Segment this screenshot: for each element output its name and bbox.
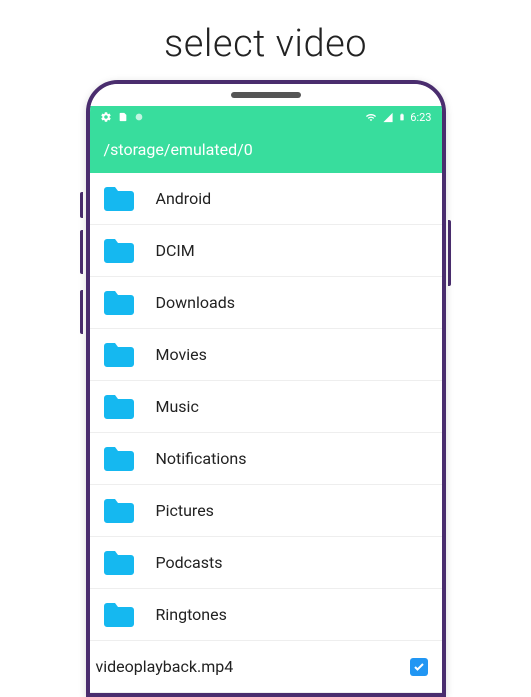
folder-row-music[interactable]: Music — [90, 381, 442, 433]
folder-row-android[interactable]: Android — [90, 173, 442, 225]
folder-row-movies[interactable]: Movies — [90, 329, 442, 381]
phone-speaker-area — [90, 84, 442, 106]
file-label: videoplayback.mp4 — [96, 657, 402, 676]
wifi-icon — [364, 112, 378, 123]
status-bar: 6:23 — [90, 106, 442, 128]
folder-icon — [104, 447, 134, 471]
folder-row-podcasts[interactable]: Podcasts — [90, 537, 442, 589]
folder-label: DCIM — [156, 241, 428, 260]
file-row-video[interactable]: videoplayback.mp4 — [90, 641, 442, 693]
notification-dot-icon — [134, 112, 144, 122]
folder-icon — [104, 291, 134, 315]
folder-icon — [104, 499, 134, 523]
phone-side-button — [80, 230, 83, 274]
file-list: Android DCIM Downloads Movies Music — [90, 173, 442, 693]
folder-label: Android — [156, 189, 428, 208]
folder-icon — [104, 551, 134, 575]
folder-label: Downloads — [156, 293, 428, 312]
folder-row-ringtones[interactable]: Ringtones — [90, 589, 442, 641]
folder-row-downloads[interactable]: Downloads — [90, 277, 442, 329]
folder-icon — [104, 187, 134, 211]
folder-icon — [104, 603, 134, 627]
status-right: 6:23 — [364, 111, 431, 124]
app-bar-path: /storage/emulated/0 — [90, 128, 442, 173]
folder-icon — [104, 395, 134, 419]
page-title: select video — [0, 0, 531, 80]
status-left — [100, 111, 144, 123]
folder-label: Music — [156, 397, 428, 416]
folder-row-pictures[interactable]: Pictures — [90, 485, 442, 537]
signal-icon — [382, 112, 394, 123]
folder-row-notifications[interactable]: Notifications — [90, 433, 442, 485]
battery-icon — [398, 111, 406, 123]
file-checkbox[interactable] — [410, 658, 428, 676]
status-time: 6:23 — [410, 111, 431, 124]
phone-frame: 6:23 /storage/emulated/0 Android DCIM Do… — [86, 80, 446, 697]
folder-icon — [104, 343, 134, 367]
phone-side-button — [448, 220, 451, 286]
folder-label: Notifications — [156, 449, 428, 468]
folder-row-dcim[interactable]: DCIM — [90, 225, 442, 277]
gear-icon — [100, 111, 112, 123]
folder-label: Pictures — [156, 501, 428, 520]
folder-label: Ringtones — [156, 605, 428, 624]
folder-icon — [104, 239, 134, 263]
notification-icon — [118, 111, 128, 123]
phone-side-button — [80, 192, 83, 218]
folder-label: Movies — [156, 345, 428, 364]
phone-side-button — [80, 290, 83, 334]
phone-speaker — [231, 92, 301, 98]
folder-label: Podcasts — [156, 553, 428, 572]
